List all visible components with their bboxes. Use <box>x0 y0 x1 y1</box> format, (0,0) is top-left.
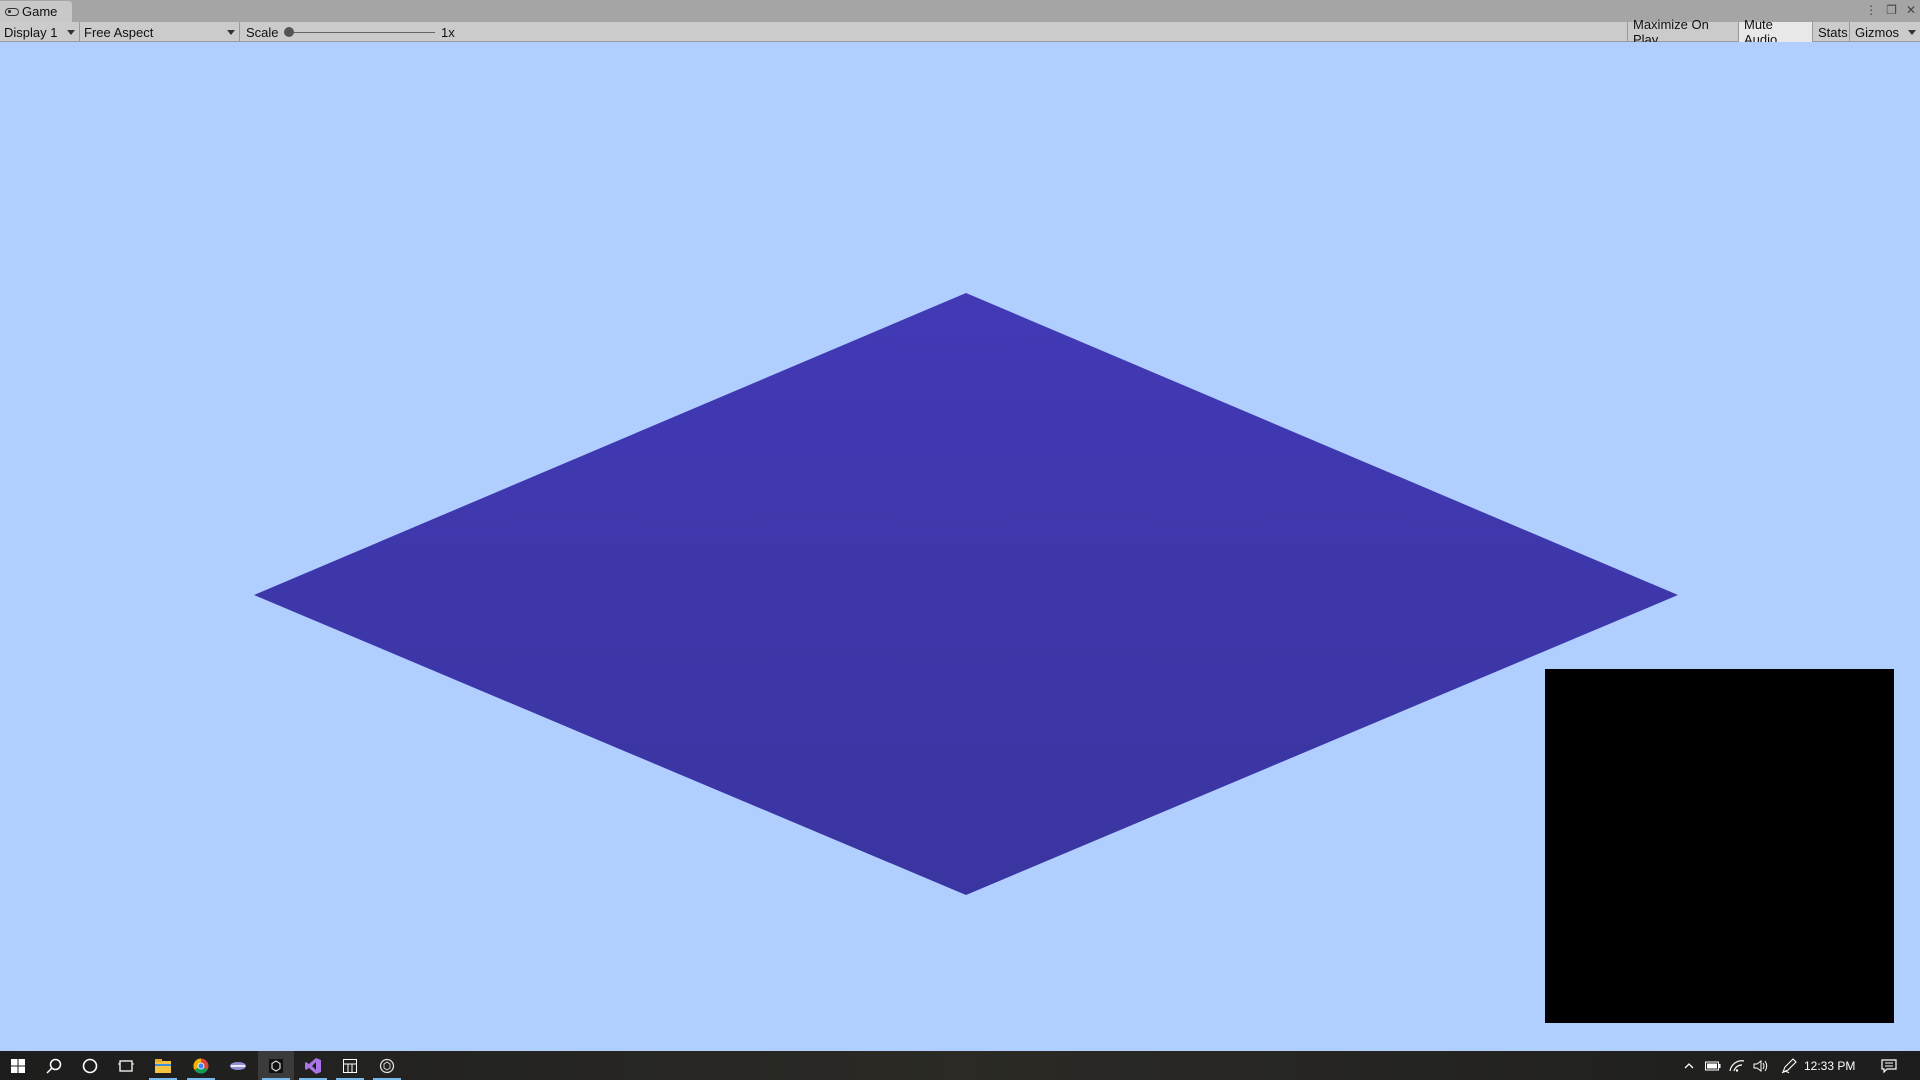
chevron-down-icon[interactable] <box>1908 30 1916 35</box>
isometric-plane <box>254 293 1678 895</box>
notification-icon[interactable] <box>1876 1051 1902 1080</box>
pen-icon[interactable] <box>1778 1051 1800 1080</box>
aspect-label: Free Aspect <box>84 24 154 40</box>
app-icon[interactable] <box>220 1051 256 1080</box>
task-view-icon[interactable] <box>108 1051 144 1080</box>
gamepad-icon <box>5 7 19 16</box>
unity-icon[interactable] <box>258 1051 294 1080</box>
chevron-up-icon[interactable] <box>1678 1051 1700 1080</box>
search-icon[interactable] <box>36 1051 72 1080</box>
stats-button[interactable]: Stats <box>1812 22 1849 42</box>
battery-icon[interactable] <box>1702 1051 1724 1080</box>
start-icon[interactable] <box>0 1051 36 1080</box>
maximize-on-play-button[interactable]: Maximize On Play <box>1627 17 1738 47</box>
unity-hub-icon[interactable] <box>369 1051 405 1080</box>
game-viewport[interactable] <box>0 42 1920 1051</box>
tab-game[interactable]: Game <box>0 1 72 22</box>
scale-value: 1x <box>441 24 455 40</box>
aspect-dropdown[interactable]: Free Aspect <box>80 22 240 42</box>
game-toolbar: Display 1 Free Aspect Scale 1x Maximize … <box>0 17 1920 47</box>
mute-audio-button[interactable]: Mute Audio <box>1738 17 1812 47</box>
minimap-panel <box>1545 669 1894 1023</box>
editor-tab-bar: Game ⋮ ❐ ✕ <box>0 0 1920 22</box>
chrome-icon[interactable] <box>183 1051 219 1080</box>
visual-studio-icon[interactable] <box>295 1051 331 1080</box>
stats-label: Stats <box>1818 24 1848 40</box>
display-label: Display 1 <box>4 24 58 40</box>
gizmos-label: Gizmos <box>1855 24 1900 40</box>
cortana-icon[interactable] <box>72 1051 108 1080</box>
chevron-down-icon <box>227 30 235 35</box>
volume-icon[interactable] <box>1750 1051 1772 1080</box>
windows-taskbar: 12:33 PM <box>0 1051 1920 1080</box>
scale-slider-track[interactable] <box>289 32 435 33</box>
window-controls: ⋮ ❐ ✕ <box>1865 2 1916 18</box>
file-explorer-icon[interactable] <box>145 1051 181 1080</box>
gizmos-button[interactable]: Gizmos <box>1849 22 1920 42</box>
calculator-icon[interactable] <box>332 1051 368 1080</box>
close-icon[interactable]: ✕ <box>1906 2 1916 18</box>
kebab-menu-icon[interactable]: ⋮ <box>1865 2 1877 18</box>
maximize-icon[interactable]: ❐ <box>1886 2 1897 18</box>
scale-slider-handle[interactable] <box>284 27 294 37</box>
chevron-down-icon <box>67 30 75 35</box>
display-dropdown[interactable]: Display 1 <box>0 22 80 42</box>
scale-label: Scale <box>246 24 279 40</box>
tab-title: Game <box>22 4 58 19</box>
wifi-icon[interactable] <box>1726 1051 1748 1080</box>
taskbar-clock[interactable]: 12:33 PM <box>1804 1051 1855 1080</box>
